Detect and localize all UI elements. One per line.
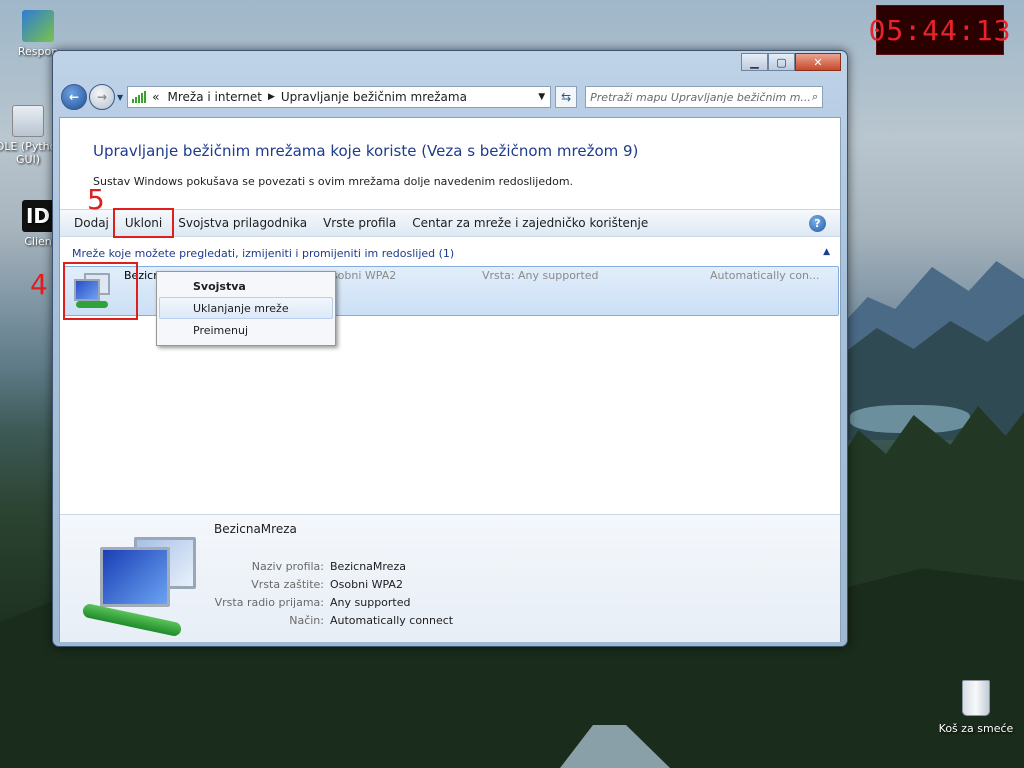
detail-row: Naziv profila: BezicnaMreza (251, 560, 406, 573)
annotation-step-5: 5 (87, 183, 105, 216)
window-controls: ▁ ▢ ✕ (741, 53, 841, 71)
recycle-bin-icon (962, 680, 990, 716)
breadcrumb-mreza-i-internet[interactable]: Mreža i internet (168, 90, 262, 104)
help-icon[interactable]: ? (809, 215, 826, 232)
highlight-box-step-4 (63, 262, 138, 320)
remove-button[interactable]: Ukloni (112, 208, 175, 238)
explorer-window: ▁ ▢ ✕ ← → ▼ « Mreža i internet ▶ Upravlj… (52, 50, 848, 647)
clock-gadget: 05:44:13 (869, 5, 1010, 55)
page-title: Upravljanje bežičnim mrežama koje korist… (93, 142, 639, 160)
breadcrumb-separator-icon[interactable]: ▶ (268, 92, 275, 102)
history-dropdown-icon[interactable]: ▼ (117, 93, 123, 102)
menu-item-rename[interactable]: Preimenuj (159, 319, 333, 341)
wireless-network-large-icon (78, 533, 196, 638)
page-description: Sustav Windows pokušava se povezati s ov… (93, 175, 574, 188)
network-signal-icon (132, 91, 147, 103)
menu-item-properties[interactable]: Svojstva (159, 275, 333, 297)
close-button[interactable]: ✕ (795, 53, 841, 71)
search-icon[interactable]: ⌕ (812, 90, 818, 104)
collapse-chevron-icon[interactable]: ▲ (823, 247, 830, 260)
detail-row: Vrsta zaštite: Osobni WPA2 (251, 578, 403, 591)
detail-row: Način: Automatically connect (289, 614, 454, 627)
network-mode: Automatically con... (710, 269, 820, 282)
context-menu: Svojstva Uklanjanje mreže Preimenuj (156, 271, 336, 346)
search-box[interactable]: Pretraži mapu Upravljanje bežičnim m... … (585, 86, 824, 108)
back-button[interactable]: ← (61, 84, 87, 110)
breadcrumb-upravljanje[interactable]: Upravljanje bežičnim mrežama (281, 90, 467, 104)
adapter-properties-button[interactable]: Svojstva prilagodnika (170, 212, 315, 234)
address-bar[interactable]: « Mreža i internet ▶ Upravljanje bežični… (127, 86, 552, 108)
client-icon: ID (22, 200, 54, 232)
address-dropdown-icon[interactable]: ▼ (538, 92, 545, 102)
group-header[interactable]: Mreže koje možete pregledati, izmijeniti… (72, 247, 838, 260)
network-type: Vrsta: Any supported (482, 269, 599, 282)
command-bar: Dodaj Ukloni Svojstva prilagodnika Vrste… (60, 208, 840, 238)
maximize-button[interactable]: ▢ (768, 53, 795, 71)
search-input[interactable]: Pretraži mapu Upravljanje bežičnim m... (590, 91, 811, 104)
minimize-button[interactable]: ▁ (741, 53, 768, 71)
content-pane: Upravljanje bežičnim mrežama koje korist… (59, 117, 841, 642)
details-network-name: BezicnaMreza (214, 522, 297, 536)
network-sharing-center-button[interactable]: Centar za mreže i zajedničko korištenje (404, 212, 656, 234)
detail-row: Vrsta radio prijama: Any supported (214, 596, 411, 609)
breadcrumb-overflow[interactable]: « (152, 90, 159, 104)
annotation-step-4: 4 (30, 268, 48, 301)
forward-button[interactable]: → (89, 84, 115, 110)
app-icon (22, 10, 54, 42)
python-icon (12, 105, 44, 137)
refresh-button[interactable]: ⇆ (555, 86, 578, 108)
profile-types-button[interactable]: Vrste profila (315, 212, 404, 234)
details-pane: BezicnaMreza Naziv profila: BezicnaMreza … (60, 514, 840, 642)
navigation-bar: ← → ▼ « Mreža i internet ▶ Upravljanje b… (61, 82, 841, 112)
desktop-icon-recycle-bin[interactable]: Koš za smeće (934, 680, 1018, 735)
menu-item-remove-network[interactable]: Uklanjanje mreže (159, 297, 333, 319)
